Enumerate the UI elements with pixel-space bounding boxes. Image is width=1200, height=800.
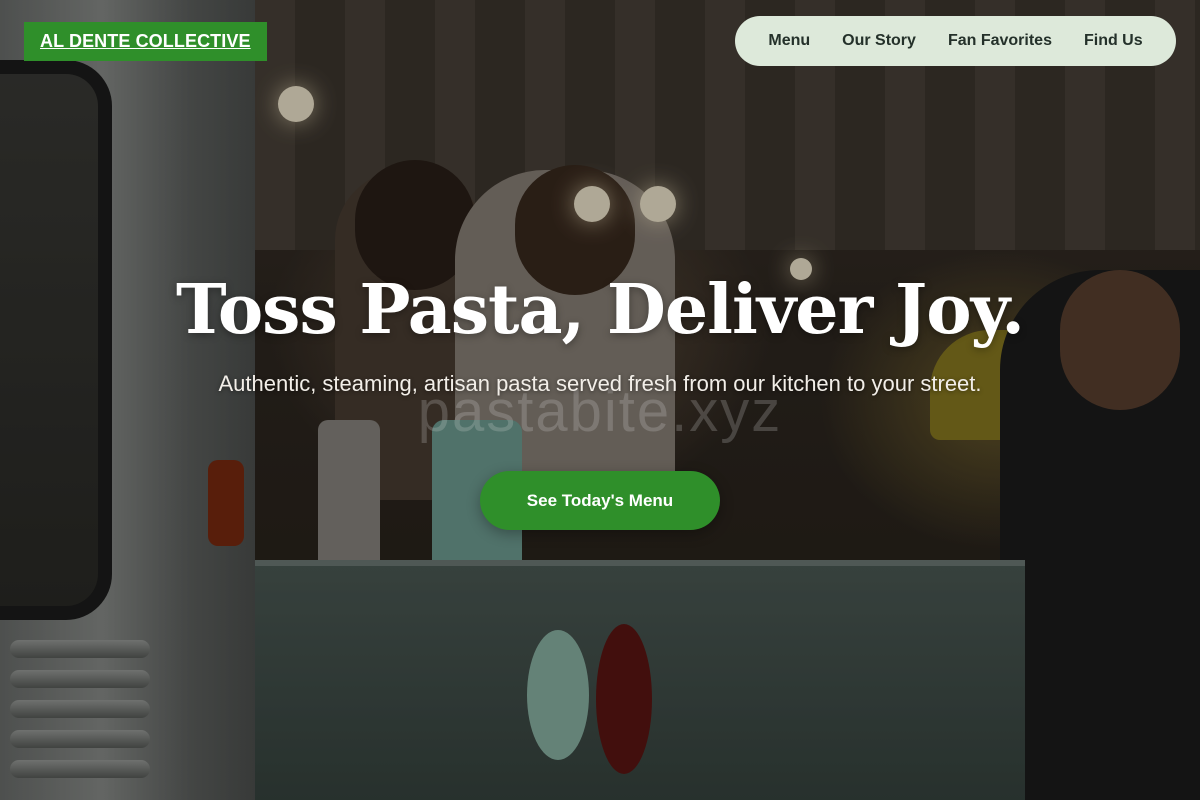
- hero-subtitle: Authentic, steaming, artisan pasta serve…: [218, 371, 982, 396]
- brand-logo[interactable]: AL DENTE COLLECTIVE: [24, 22, 267, 61]
- nav-item-fan-favorites[interactable]: Fan Favorites: [948, 32, 1052, 50]
- see-menu-button[interactable]: See Today's Menu: [480, 471, 720, 530]
- brand-logo-text: AL DENTE COLLECTIVE: [40, 31, 251, 51]
- dark-overlay: [0, 0, 1200, 800]
- nav-item-our-story[interactable]: Our Story: [842, 32, 916, 50]
- nav-item-find-us[interactable]: Find Us: [1084, 32, 1143, 50]
- hero-title: Toss Pasta, Deliver Joy.: [176, 270, 1025, 350]
- hero-background-image: [0, 0, 1200, 800]
- main-nav: Menu Our Story Fan Favorites Find Us: [735, 16, 1176, 66]
- nav-item-menu[interactable]: Menu: [768, 32, 810, 50]
